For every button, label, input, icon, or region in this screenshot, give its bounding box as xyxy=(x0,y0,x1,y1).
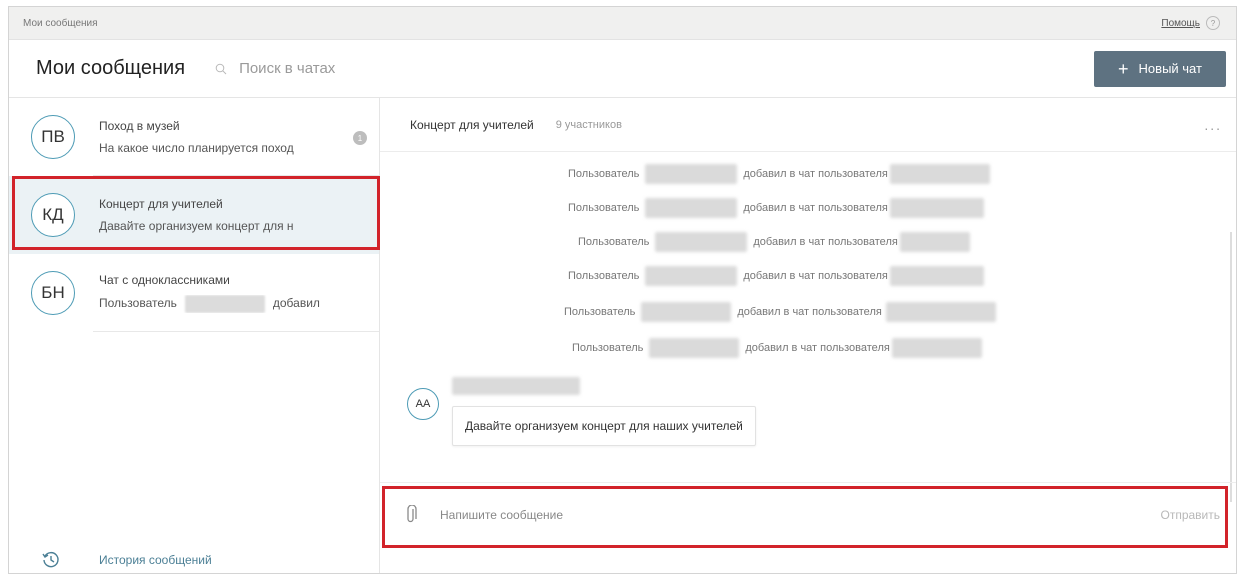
redacted-name xyxy=(645,266,738,286)
preview-user-label: Пользователь xyxy=(99,296,177,311)
redacted-name xyxy=(889,266,984,286)
scrollbar[interactable] xyxy=(1230,232,1232,502)
send-button[interactable]: Отправить xyxy=(1160,508,1220,522)
help-link[interactable]: Помощь xyxy=(1161,18,1200,29)
redacted-name xyxy=(645,164,738,184)
history-label: История сообщений xyxy=(99,553,212,567)
page-title: Мои сообщения xyxy=(36,57,186,79)
new-chat-label: Новый чат xyxy=(1138,61,1202,76)
system-message: Пользователь добавил в чат пользователя xyxy=(572,338,982,358)
chat-preview: Давайте организуем концерт для н xyxy=(99,219,294,233)
system-user-label: Пользователь xyxy=(578,236,650,248)
divider xyxy=(93,331,379,332)
system-message: Пользователь добавил в чат пользователя xyxy=(578,232,970,252)
redacted-name xyxy=(655,232,748,252)
redacted-name xyxy=(891,338,982,358)
breadcrumb: Мои сообщения xyxy=(23,17,98,29)
history-icon xyxy=(42,551,59,568)
chat-list-sidebar: ПВ Поход в музей На какое число планируе… xyxy=(9,98,380,573)
chat-name: Поход в музей xyxy=(99,119,180,133)
search-input[interactable] xyxy=(239,60,440,77)
redacted-name xyxy=(899,232,970,252)
message-feed: Пользователь добавил в чат пользователя … xyxy=(380,152,1236,502)
avatar: КД xyxy=(31,193,75,237)
messages-window: Мои сообщения Помощь ? Мои сообщения + Н… xyxy=(8,6,1237,574)
redacted-sender-name xyxy=(452,377,580,395)
system-message: Пользователь добавил в чат пользователя xyxy=(568,266,984,286)
system-action: добавил в чат пользователя xyxy=(743,270,888,282)
system-action: добавил в чат пользователя xyxy=(743,168,888,180)
system-user-label: Пользователь xyxy=(568,270,640,282)
plus-icon: + xyxy=(1118,58,1129,79)
system-message: Пользователь добавил в чат пользователя xyxy=(568,164,990,184)
system-user-label: Пользователь xyxy=(564,306,636,318)
system-action: добавил в чат пользователя xyxy=(737,306,882,318)
system-message: Пользователь добавил в чат пользователя xyxy=(568,198,984,218)
system-action: добавил в чат пользователя xyxy=(753,236,898,248)
chat-item-concert[interactable]: КД Концерт для учителей Давайте организу… xyxy=(9,176,379,254)
message-composer: Отправить xyxy=(380,482,1236,546)
redacted-name xyxy=(649,338,740,358)
system-action: добавил в чат пользователя xyxy=(743,202,888,214)
help-icon[interactable]: ? xyxy=(1206,16,1220,30)
system-action: добавил в чат пользователя xyxy=(745,342,890,354)
unread-badge: 1 xyxy=(353,131,367,145)
chat-item-classmates[interactable]: БН Чат с одноклассниками Пользователь доб… xyxy=(9,254,379,332)
search-box xyxy=(215,60,440,77)
redacted-name xyxy=(889,198,984,218)
message-input[interactable] xyxy=(438,506,1161,523)
system-message: Пользователь добавил в чат пользователя xyxy=(564,302,996,322)
chat-name: Концерт для учителей xyxy=(99,197,223,211)
redacted-name xyxy=(645,198,738,218)
redacted-name xyxy=(889,164,990,184)
more-icon[interactable]: ... xyxy=(1204,117,1222,133)
chat-item-museum[interactable]: ПВ Поход в музей На какое число планируе… xyxy=(9,98,379,176)
search-icon xyxy=(215,63,227,74)
attach-icon[interactable] xyxy=(404,504,418,525)
history-link[interactable]: История сообщений xyxy=(41,550,212,570)
redacted-name xyxy=(184,295,265,313)
preview-action: добавил xyxy=(272,296,320,311)
message-bubble: Давайте организуем концерт для наших учи… xyxy=(452,406,756,446)
avatar: БН xyxy=(31,271,75,315)
redacted-name xyxy=(885,302,996,322)
system-user-label: Пользователь xyxy=(568,202,640,214)
participants-count[interactable]: 9 участников xyxy=(556,119,622,131)
chat-name: Чат с одноклассниками xyxy=(99,273,230,287)
chat-preview: Пользователь добавил xyxy=(99,295,339,313)
avatar[interactable]: АА xyxy=(407,388,439,420)
chat-header: Концерт для учителей 9 участников ... xyxy=(380,98,1236,152)
system-user-label: Пользователь xyxy=(568,168,640,180)
chat-preview: На какое число планируется поход xyxy=(99,141,294,155)
avatar: ПВ xyxy=(31,115,75,159)
system-user-label: Пользователь xyxy=(572,342,644,354)
chat-panel: Концерт для учителей 9 участников ... По… xyxy=(380,98,1236,573)
top-bar: Мои сообщения Помощь ? xyxy=(9,7,1236,40)
chat-title: Концерт для учителей xyxy=(410,117,534,132)
header: Мои сообщения + Новый чат xyxy=(9,40,1236,98)
help-area: Помощь ? xyxy=(1161,16,1220,30)
redacted-name xyxy=(641,302,732,322)
new-chat-button[interactable]: + Новый чат xyxy=(1094,50,1226,87)
